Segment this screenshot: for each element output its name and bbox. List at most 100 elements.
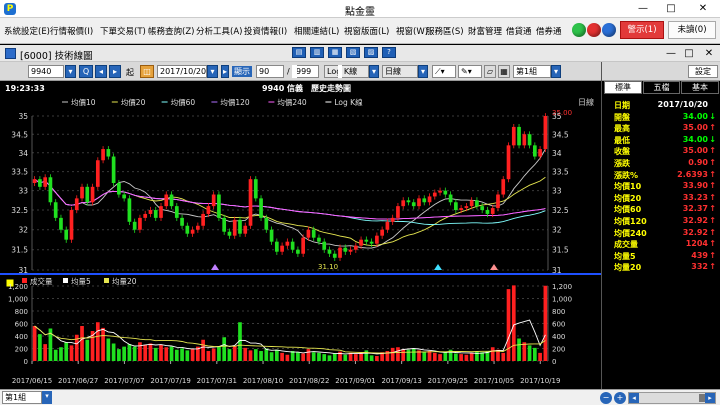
- menu-label: 視窗(W): [396, 27, 429, 37]
- scroll-right-icon[interactable]: ▸: [705, 393, 715, 403]
- print-window-icon[interactable]: ▧: [346, 47, 360, 58]
- menu-analysis[interactable]: 分析工具(A): [196, 25, 242, 37]
- back-icon[interactable]: ◂: [95, 65, 107, 78]
- price-tick-left: 35: [18, 112, 28, 121]
- help-window-icon[interactable]: ?: [382, 47, 396, 58]
- menu-news[interactable]: 投資情報(I): [244, 25, 287, 37]
- date-dropdown-icon[interactable]: ▾: [207, 65, 218, 78]
- close-button[interactable]: ✕: [692, 2, 714, 15]
- scale-dropdown[interactable]: Log K線: [324, 65, 369, 78]
- status-green-icon[interactable]: [572, 23, 586, 37]
- volume-legend-entry: 成交量: [30, 276, 53, 286]
- minimize-button[interactable]: —: [632, 2, 654, 15]
- period-dropdown-icon[interactable]: ▾: [418, 65, 428, 78]
- quote-arrow: ↑: [709, 123, 716, 133]
- menu-account[interactable]: 帳務查詢(Z): [148, 25, 194, 37]
- volume-bar: [222, 337, 227, 361]
- quote-label: 收盤: [614, 147, 630, 157]
- eraser-icon[interactable]: ▱: [484, 65, 496, 78]
- menu-gear[interactable]: 系統設定(E): [4, 25, 50, 37]
- zoom-in-icon[interactable]: +: [614, 392, 626, 404]
- status-blue-icon[interactable]: [602, 23, 616, 37]
- forward-icon[interactable]: ▸: [109, 65, 121, 78]
- copy-window-icon[interactable]: ▦: [328, 47, 342, 58]
- volume-bar: [117, 349, 121, 361]
- candle-body: [111, 156, 116, 183]
- draw-line-tool[interactable]: ⟋▾: [432, 65, 456, 78]
- volume-bar: [364, 350, 369, 361]
- menu-quote[interactable]: 行情報價(I): [50, 25, 93, 37]
- menu-link[interactable]: 相關連結(L): [294, 25, 339, 37]
- quote-value: 33.90: [682, 181, 708, 191]
- volume-bar: [169, 346, 174, 361]
- tile-window-icon[interactable]: ▥: [310, 47, 324, 58]
- alert-button[interactable]: 警示(1): [620, 21, 664, 39]
- candle-body: [369, 241, 374, 244]
- scale-dropdown-icon[interactable]: ▾: [369, 65, 379, 78]
- group-status-dropdown-icon[interactable]: ▾: [42, 391, 52, 404]
- volume-bar: [396, 347, 400, 361]
- group-dropdown-icon[interactable]: ▾: [551, 65, 561, 78]
- display-count-input[interactable]: 90: [256, 65, 284, 78]
- candle-body: [127, 198, 132, 222]
- symbol-input[interactable]: 9940: [28, 65, 64, 78]
- period-dropdown[interactable]: 日線: [382, 65, 418, 78]
- group-select[interactable]: 第1組: [513, 65, 551, 78]
- pen-tool[interactable]: ✎▾: [458, 65, 482, 78]
- menu-layout[interactable]: 視窗版面(L): [344, 25, 389, 37]
- search-icon[interactable]: Q: [79, 65, 93, 78]
- tab-fundamentals[interactable]: 基本: [681, 81, 719, 94]
- chart-maximize-button[interactable]: □: [678, 47, 700, 60]
- volume-bar: [353, 354, 358, 361]
- link-window-icon[interactable]: ▤: [292, 47, 306, 58]
- technical-chart[interactable]: 19:23:33 9940 信義 歷史走勢圖日線35.00均價10 均價20 均價60…: [0, 81, 601, 389]
- menu-order[interactable]: 下單交易(T): [100, 25, 146, 37]
- arrow-icon[interactable]: ▸: [221, 65, 229, 78]
- quote-row: 均價120 32.92 ↑: [614, 216, 716, 228]
- menu-loan[interactable]: 借貸通: [506, 25, 532, 37]
- unread-button[interactable]: 未讀(0): [668, 21, 716, 39]
- volume-bar: [322, 354, 327, 361]
- scroll-left-icon[interactable]: ◂: [629, 393, 639, 403]
- candle-body: [422, 198, 427, 203]
- candle-body: [538, 149, 542, 157]
- candle-body: [206, 206, 211, 214]
- maximize-button[interactable]: □: [660, 2, 682, 15]
- volume-bar: [390, 347, 395, 361]
- volume-tick-left: 1,000: [8, 296, 28, 304]
- menu-window[interactable]: 視窗(W): [396, 25, 428, 37]
- quote-arrow: ↑: [709, 262, 716, 272]
- group-status-select[interactable]: 第1組: [2, 391, 42, 404]
- grid-icon[interactable]: ▦: [498, 65, 510, 78]
- candle-body: [438, 190, 442, 193]
- tab-standard[interactable]: 標準: [604, 81, 642, 94]
- zoom-out-icon[interactable]: −: [600, 392, 612, 404]
- candle-body: [169, 194, 174, 207]
- candle-body: [406, 200, 411, 203]
- date-input[interactable]: 2017/10/20: [157, 65, 207, 78]
- chart-close-button[interactable]: ✕: [698, 47, 720, 60]
- menu-lending[interactable]: 借券通: [536, 25, 562, 37]
- volume-legend-swatch: [63, 278, 68, 283]
- volume-bar: [85, 339, 90, 361]
- menu-label: 借券通: [536, 27, 562, 37]
- candle-body: [253, 179, 258, 199]
- candle-body: [443, 190, 448, 195]
- candle-body: [396, 206, 400, 218]
- symbol-dropdown-icon[interactable]: ▾: [65, 65, 76, 78]
- menu-service[interactable]: 服務區(S): [426, 25, 464, 37]
- horizontal-scrollbar[interactable]: ◂ ▸: [628, 392, 716, 404]
- settings-button[interactable]: 設定: [688, 65, 718, 78]
- price-tick-right: 32: [552, 226, 562, 235]
- menu-wealth[interactable]: 財富管理: [468, 25, 502, 37]
- quote-label: 漲跌%: [614, 170, 639, 180]
- candle-body: [306, 229, 311, 238]
- candle-body: [322, 241, 327, 250]
- candle-body: [222, 217, 227, 232]
- quote-value: 0.90: [688, 158, 708, 167]
- calendar-icon[interactable]: ◫: [140, 65, 154, 78]
- status-red-icon[interactable]: [587, 23, 601, 37]
- tab-order-book[interactable]: 五檔: [643, 81, 680, 94]
- price-min-label: 31.10: [318, 263, 338, 271]
- export-window-icon[interactable]: ▨: [364, 47, 378, 58]
